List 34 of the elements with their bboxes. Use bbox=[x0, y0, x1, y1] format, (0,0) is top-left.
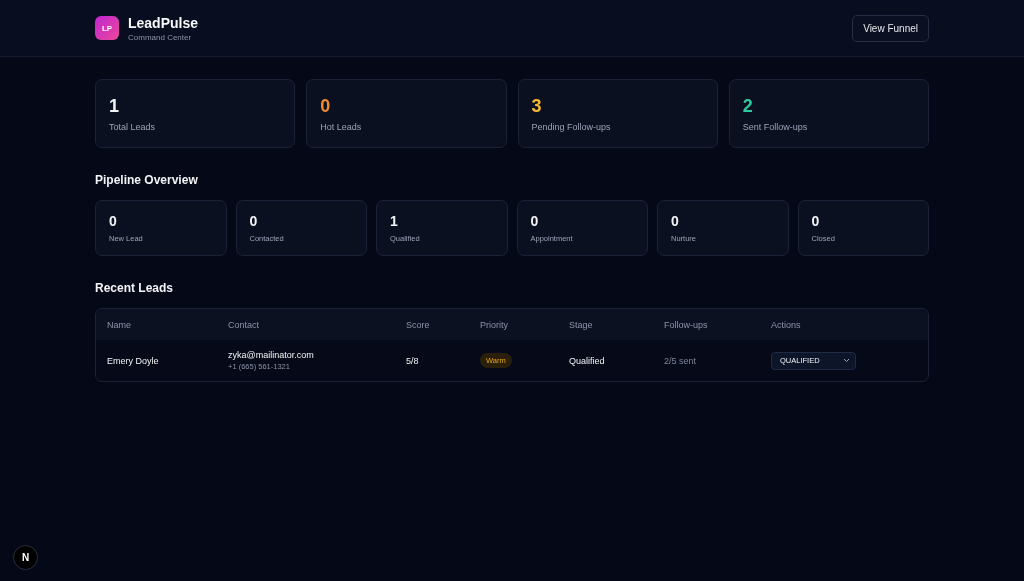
column-header: Contact bbox=[228, 319, 261, 330]
stat-label: Pending Follow-ups bbox=[531, 121, 612, 132]
stat-value: 1 bbox=[109, 95, 120, 117]
section-heading: Pipeline Overview bbox=[95, 173, 199, 187]
stat-value: 2 bbox=[742, 95, 754, 117]
app-subtitle: Command Center bbox=[128, 32, 193, 42]
stage-count: 0 bbox=[811, 213, 821, 229]
view-funnel-button[interactable]: View Funnel bbox=[852, 14, 929, 42]
chevron-icon bbox=[843, 358, 850, 363]
lead-stage: Qualified bbox=[569, 355, 606, 366]
stage-count: 0 bbox=[109, 213, 118, 229]
app-title: LeadPulse bbox=[128, 14, 199, 31]
logo-badge: LP bbox=[95, 16, 119, 40]
followup-count: 2/5 sent bbox=[664, 355, 698, 366]
lead-name: Emery Doyle bbox=[107, 355, 160, 366]
dev-badge[interactable]: N bbox=[13, 545, 38, 570]
section-heading: Recent Leads bbox=[95, 281, 175, 295]
stage-count: 0 bbox=[530, 213, 540, 229]
column-header: Stage bbox=[569, 319, 594, 330]
stat-value: 3 bbox=[531, 95, 543, 117]
stage-count: 1 bbox=[390, 213, 399, 229]
column-header: Actions bbox=[771, 319, 802, 330]
column-header: Score bbox=[406, 319, 431, 330]
stat-label: Sent Follow-ups bbox=[742, 121, 809, 132]
lead-score: 5/8 bbox=[406, 355, 420, 366]
stat-label: Hot Leads bbox=[320, 121, 363, 132]
stat-label: Total Leads bbox=[109, 121, 157, 132]
stat-value: 0 bbox=[320, 95, 332, 117]
stage-count: 0 bbox=[671, 213, 680, 229]
column-header: Follow-ups bbox=[664, 319, 709, 330]
stage-count: 0 bbox=[249, 213, 259, 229]
lead-email: zyka@mailinator.com bbox=[228, 350, 315, 360]
column-header: Priority bbox=[480, 319, 509, 330]
column-header: Name bbox=[107, 319, 132, 330]
